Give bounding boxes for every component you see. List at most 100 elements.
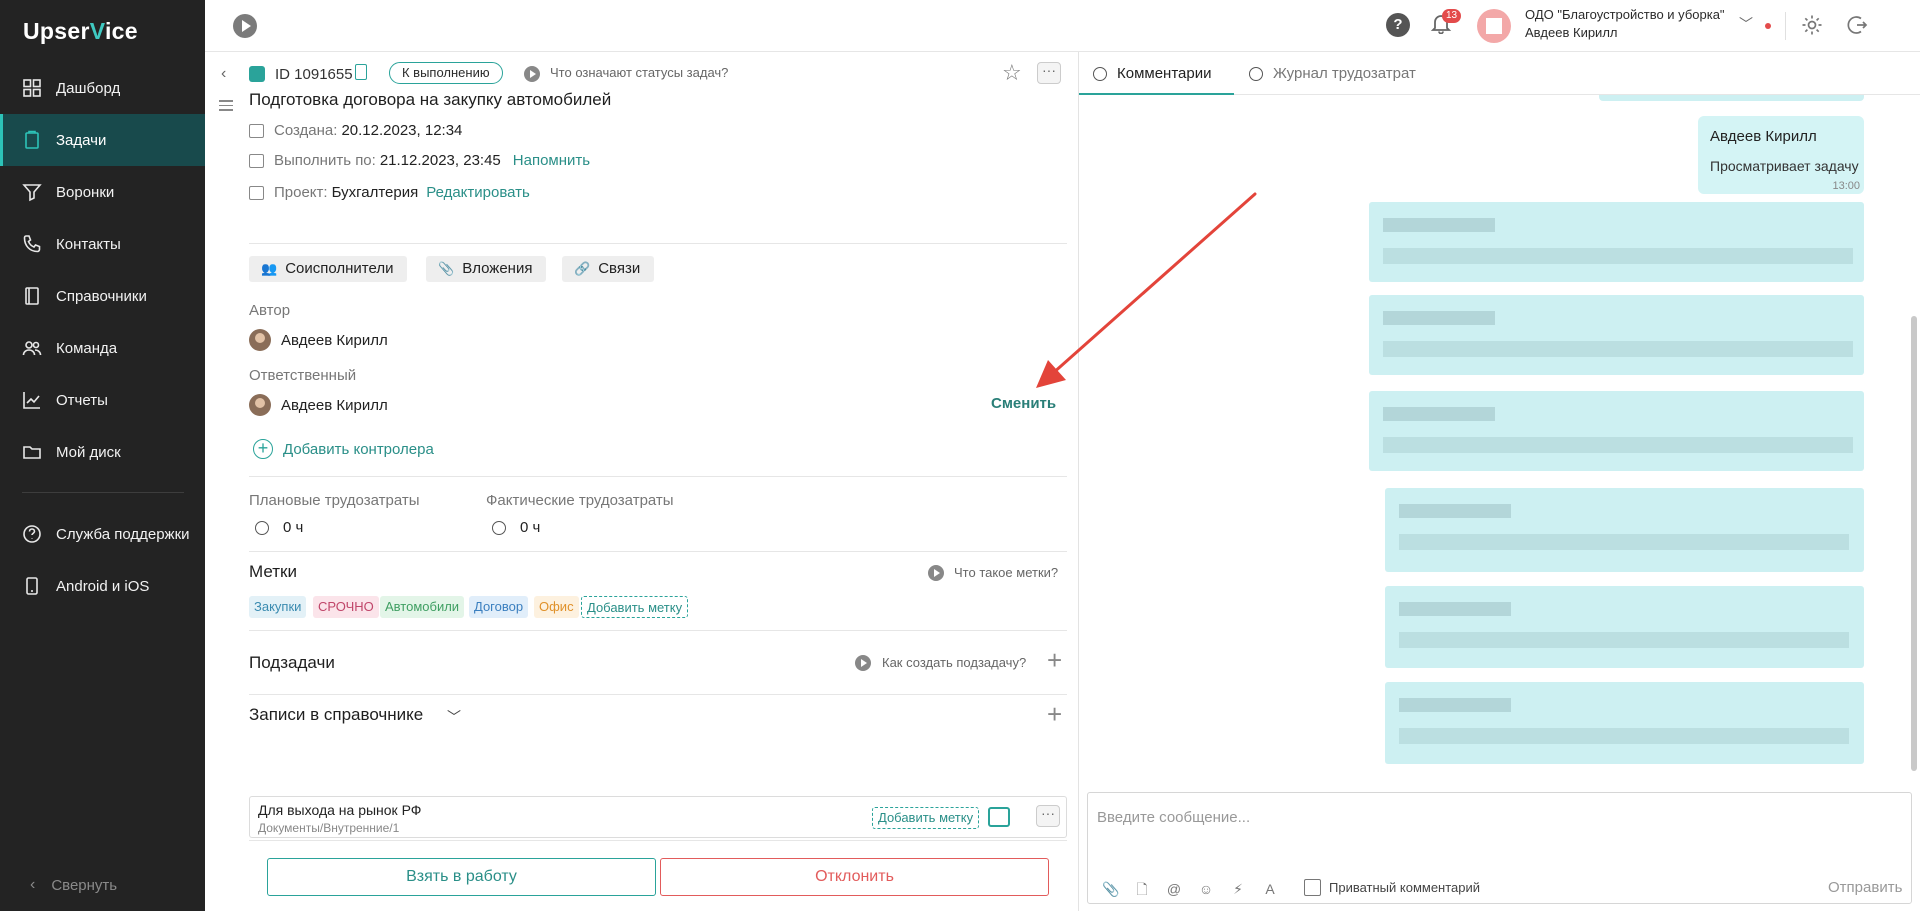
more-options-button[interactable]: ··· <box>1037 62 1061 84</box>
message-text: Просматривает задачу <box>1710 158 1859 174</box>
responsible-label: Ответственный <box>249 367 357 384</box>
message-input[interactable]: Введите сообщение... <box>1097 809 1250 826</box>
divider <box>249 630 1067 631</box>
lightning-icon[interactable]: ⚡ <box>1230 881 1246 897</box>
chat-message: Авдеев Кирилл Просматривает задачу 13:00 <box>1698 116 1864 194</box>
current-user-name[interactable]: Авдеев Кирилл <box>1525 25 1618 40</box>
remind-link[interactable]: Напомнить <box>513 152 590 169</box>
send-button[interactable]: Отправить <box>1828 879 1902 896</box>
star-icon[interactable]: ☆ <box>1002 60 1022 86</box>
blurred-message <box>1369 295 1864 375</box>
divider <box>249 243 1067 244</box>
folder-icon <box>22 442 42 462</box>
sidebar-item-dashboard[interactable]: Дашборд <box>0 62 205 114</box>
edit-project-link[interactable]: Редактировать <box>426 184 530 201</box>
task-panel: ‹ ID 1091655 К выполнению Что означают с… <box>205 52 1078 911</box>
records-title: Записи в справочнике <box>249 705 424 724</box>
actual-effort[interactable]: 0 ч <box>492 519 540 536</box>
paperclip-icon[interactable]: 📎 <box>1102 881 1119 897</box>
team-icon <box>22 338 42 358</box>
planned-effort-label: Плановые трудозатраты <box>249 492 420 509</box>
tag-urgent[interactable]: СРОЧНО <box>313 596 379 618</box>
attachments-button[interactable]: 📎 Вложения <box>426 256 547 282</box>
task-id: ID 1091655 <box>275 66 353 83</box>
sidebar-item-tasks[interactable]: Задачи <box>0 114 205 166</box>
back-chevron-icon[interactable]: ‹ <box>221 65 226 83</box>
notification-badge: 13 <box>1442 9 1462 23</box>
tab-comments[interactable]: Комментарии <box>1093 65 1211 82</box>
tag-office[interactable]: Офис <box>534 596 579 618</box>
add-controller-button[interactable]: + Добавить контролера <box>253 439 434 459</box>
sidebar-item-label: Воронки <box>56 183 115 201</box>
emoji-icon[interactable]: ☺ <box>1198 881 1214 897</box>
play-video-icon[interactable] <box>928 565 944 581</box>
sidebar-item-funnels[interactable]: Воронки <box>0 166 205 218</box>
record-add-tag-button[interactable]: Добавить метку <box>872 807 980 829</box>
responsible[interactable]: Авдеев Кирилл <box>249 394 388 416</box>
sidebar-item-my-disk[interactable]: Мой диск <box>0 426 205 478</box>
comments-tabs: Комментарии Журнал трудозатрат <box>1079 52 1920 95</box>
planned-effort[interactable]: 0 ч <box>255 519 303 536</box>
calendar-check-icon[interactable] <box>988 807 1010 827</box>
menu-icon[interactable] <box>219 100 233 114</box>
link-icon: 🔗 <box>574 261 591 276</box>
scrollbar[interactable] <box>1911 316 1917 771</box>
mobile-icon <box>22 576 42 596</box>
directory-record[interactable]: Для выхода на рынок РФ Документы/Внутрен… <box>249 796 1067 838</box>
play-video-icon[interactable] <box>524 66 540 82</box>
tab-effort-journal[interactable]: Журнал трудозатрат <box>1249 65 1416 82</box>
sidebar-item-support[interactable]: Служба поддержки <box>0 508 205 560</box>
org-name[interactable]: ОДО "Благоустройство и уборка" <box>1525 7 1725 22</box>
sidebar-item-reports[interactable]: Отчеты <box>0 374 205 426</box>
private-comment-label[interactable]: Приватный комментарий <box>1329 880 1480 895</box>
record-more-button[interactable]: ··· <box>1036 805 1060 827</box>
add-subtask-button[interactable]: + <box>1047 645 1062 676</box>
sidebar-item-contacts[interactable]: Контакты <box>0 218 205 270</box>
text-format-icon[interactable]: A <box>1262 881 1278 897</box>
app-logo[interactable]: UpserVice <box>23 18 138 45</box>
dashboard-icon <box>22 78 42 98</box>
tags-help-link[interactable]: Что такое метки? <box>954 565 1058 580</box>
logout-icon[interactable] <box>1845 13 1869 37</box>
sidebar-item-directories[interactable]: Справочники <box>0 270 205 322</box>
chevron-down-icon[interactable]: ﹀ <box>1739 14 1753 34</box>
attachments-label: Вложения <box>462 260 533 277</box>
file-add-icon[interactable]: 🗋 <box>1134 881 1150 897</box>
add-tag-button[interactable]: Добавить метку <box>581 596 689 618</box>
org-avatar[interactable] <box>1477 9 1511 43</box>
links-button[interactable]: 🔗 Связи <box>562 256 655 282</box>
blurred-message <box>1599 95 1864 101</box>
chevron-left-icon: ‹ <box>30 876 36 893</box>
take-to-work-button[interactable]: Взять в работу <box>267 858 656 896</box>
play-video-icon[interactable] <box>233 14 257 38</box>
tag-contract[interactable]: Договор <box>469 596 529 618</box>
author[interactable]: Авдеев Кирилл <box>249 329 388 351</box>
mention-icon[interactable]: @ <box>1166 881 1182 897</box>
copy-icon[interactable] <box>355 64 367 80</box>
subtasks-help-link[interactable]: Как создать подзадачу? <box>882 655 1026 670</box>
record-title[interactable]: Для выхода на рынок РФ <box>258 802 421 818</box>
private-comment-checkbox[interactable] <box>1304 879 1321 896</box>
message-composer[interactable]: Введите сообщение... 📎 🗋 @ ☺ ⚡ A Приватн… <box>1087 792 1912 904</box>
status-help-link[interactable]: Что означают статусы задач? <box>550 65 728 80</box>
reject-button[interactable]: Отклонить <box>660 858 1049 896</box>
sidebar-item-team[interactable]: Команда <box>0 322 205 374</box>
chevron-down-icon[interactable]: ﹀ <box>447 707 461 727</box>
help-icon[interactable]: ? <box>1386 13 1410 37</box>
blurred-message <box>1369 391 1864 471</box>
created-label: Создана: <box>274 122 338 139</box>
tag-purchases[interactable]: Закупки <box>249 596 307 618</box>
coexecutors-button[interactable]: 👥 Соисполнители <box>249 256 408 282</box>
sidebar: UpserVice Дашборд Задачи Воронки Контакт… <box>0 0 205 911</box>
avatar <box>249 329 271 351</box>
gear-icon[interactable] <box>1800 13 1824 37</box>
timer-icon <box>492 520 506 535</box>
tasks-icon <box>22 130 42 150</box>
play-video-icon[interactable] <box>855 655 871 671</box>
status-badge[interactable]: К выполнению <box>389 62 503 84</box>
change-responsible-link[interactable]: Сменить <box>991 395 1056 412</box>
tag-cars[interactable]: Автомобили <box>380 596 465 618</box>
sidebar-item-mobile[interactable]: Android и iOS <box>0 560 205 612</box>
add-record-button[interactable]: + <box>1047 699 1062 730</box>
sidebar-collapse-button[interactable]: ‹ Свернуть <box>30 876 117 894</box>
